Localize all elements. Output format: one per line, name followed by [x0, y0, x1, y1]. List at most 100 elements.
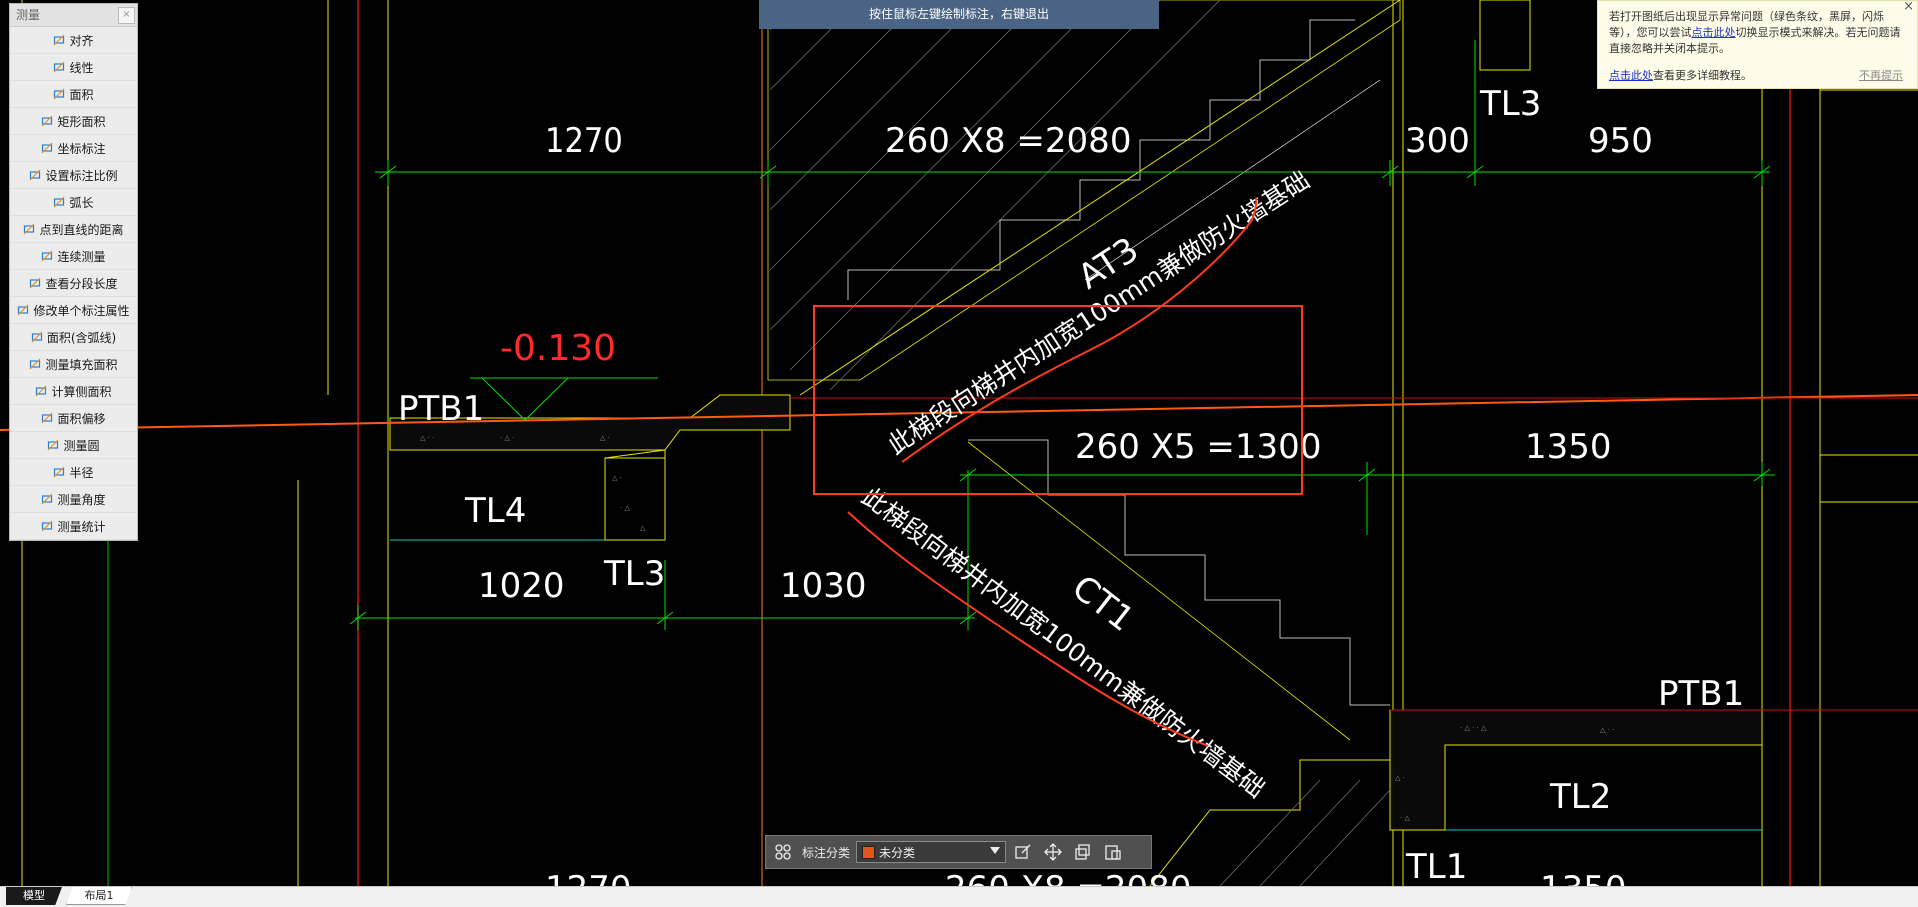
dim-260x8-top: 260 X8 =2080: [885, 121, 1131, 161]
label-tl1: TL1: [1405, 847, 1467, 886]
measure-item-label: 查看分段长度: [45, 276, 118, 291]
measure-item-label: 测量圆: [63, 438, 100, 453]
measure-item-7[interactable]: 点到直线的距离: [10, 216, 137, 243]
copy-icon[interactable]: [1070, 839, 1096, 865]
measure-panel-title-text: 测量: [16, 8, 41, 22]
measure-item-8[interactable]: 连续测量: [10, 243, 137, 270]
measure-item-label: 对齐: [69, 33, 94, 48]
cad-drawing-canvas[interactable]: △ · ·· △ ·△ ·· · △ ·· △△ · △ · · △△ · ·△…: [0, 0, 1918, 886]
measure-item-label: 矩形面积: [57, 114, 106, 129]
area-icon: [53, 88, 65, 100]
measure-item-4[interactable]: 坐标标注: [10, 135, 137, 162]
measure-item-label: 点到直线的距离: [39, 222, 124, 237]
annotation-category-label: 标注分类: [802, 845, 851, 860]
measure-item-17[interactable]: 测量角度: [10, 486, 137, 513]
dim-1030: 1030: [780, 566, 867, 606]
svg-text:· △ · · △: · △ · · △: [1460, 724, 1487, 732]
tab-layout1[interactable]: 布局1: [66, 887, 132, 905]
note-lower-stair: 此梯段向梯井内加宽100mm兼做防火墙基础: [856, 482, 1270, 804]
statistics-icon: [41, 520, 53, 532]
svg-text:△ ·: △ ·: [600, 434, 610, 442]
dim-300: 300: [1405, 121, 1470, 161]
circle-measure-icon: [47, 439, 59, 451]
svg-text:△ · ·: △ · ·: [420, 434, 434, 442]
measure-item-label: 连续测量: [57, 249, 106, 264]
measure-panel-title: 测量 ×: [10, 4, 137, 27]
measure-item-2[interactable]: 面积: [10, 81, 137, 108]
notice-more-row: 点击此处查看更多详细教程。: [1609, 67, 1752, 83]
area-offset-icon: [41, 412, 53, 424]
measure-item-5[interactable]: 设置标注比例: [10, 162, 137, 189]
measure-item-3[interactable]: 矩形面积: [10, 108, 137, 135]
layout-tab-bar: 模型 布局1: [0, 886, 1918, 907]
notice-switch-mode-link[interactable]: 点击此处: [1692, 26, 1736, 39]
measure-item-0[interactable]: 对齐: [10, 27, 137, 54]
align-measure-icon: [53, 34, 65, 46]
measure-item-18[interactable]: 测量统计: [10, 513, 137, 540]
measure-item-1[interactable]: 线性: [10, 54, 137, 81]
linear-measure-icon: [53, 61, 65, 73]
dim-260x5: 260 X5 =1300: [1075, 427, 1321, 467]
measure-tool-list: 对齐线性面积矩形面积坐标标注设置标注比例弧长点到直线的距离 连续测量查看分段长度修…: [10, 27, 137, 540]
arc-length-icon: [53, 196, 65, 208]
measure-item-6[interactable]: 弧长: [10, 189, 137, 216]
dim-1020: 1020: [478, 566, 565, 606]
measure-item-13[interactable]: 计算侧面积: [10, 378, 137, 405]
measure-item-label: 设置标注比例: [45, 168, 118, 183]
measure-item-label: 线性: [69, 60, 94, 75]
tab-model[interactable]: 模型: [6, 887, 62, 905]
side-area-icon: [35, 385, 47, 397]
note-upper-stair: 此梯段向梯井内加宽100mm兼做防火墙基础: [882, 165, 1314, 460]
label-tl2: TL2: [1549, 777, 1611, 817]
label-tl4: TL4: [464, 491, 526, 531]
rect-area-icon: [41, 115, 53, 127]
angle-icon: [41, 493, 53, 505]
measure-item-label: 测量角度: [57, 492, 106, 507]
measure-item-label: 修改单个标注属性: [33, 303, 130, 318]
notice-text-3: 查看更多详细教程。: [1653, 69, 1752, 82]
chevron-down-icon: [990, 847, 1001, 854]
measure-item-label: 测量填充面积: [45, 357, 118, 372]
dim-1350-bottom: 1350: [1540, 869, 1627, 886]
measure-item-15[interactable]: 测量圆: [10, 432, 137, 459]
display-issue-notice: × 若打开图纸后出现显示异常问题（绿色条纹，黑屏，闪烁等），您可以尝试点击此处切…: [1597, 0, 1918, 89]
paste-icon[interactable]: [1100, 839, 1126, 865]
svg-text:· △ ·: · △ ·: [500, 434, 514, 442]
measure-item-label: 面积偏移: [57, 411, 106, 426]
label-tl3-top: TL3: [1479, 84, 1541, 124]
measure-panel-close-button[interactable]: ×: [118, 7, 135, 24]
notice-dont-show-again[interactable]: 不再提示: [1859, 67, 1903, 83]
point-line-distance-icon: [23, 223, 35, 235]
label-tl3-mid: TL3: [603, 554, 665, 594]
coordinate-icon: [41, 142, 53, 154]
dim-1270-top: 1270: [545, 121, 623, 161]
measure-item-label: 面积(含弧线): [46, 330, 117, 345]
move-icon[interactable]: [1040, 839, 1066, 865]
notice-text: 若打开图纸后出现显示异常问题（绿色条纹，黑屏，闪烁等），您可以尝试点击此处切换显…: [1609, 9, 1909, 57]
measure-item-label: 半径: [69, 465, 94, 480]
measure-item-9[interactable]: 查看分段长度: [10, 270, 137, 297]
edit-icon[interactable]: [1010, 839, 1036, 865]
measure-item-14[interactable]: 面积偏移: [10, 405, 137, 432]
annotation-category-value: 未分类: [879, 845, 916, 860]
category-color-swatch: [862, 845, 876, 859]
measure-item-label: 面积: [69, 87, 94, 102]
draw-hint-banner: 按住鼠标左键绘制标注，右键退出: [759, 0, 1159, 29]
dim-1350: 1350: [1525, 427, 1612, 467]
measure-item-16[interactable]: 半径: [10, 459, 137, 486]
label-ptb1-right: PTB1: [1658, 674, 1744, 714]
measure-item-12[interactable]: 测量填充面积: [10, 351, 137, 378]
grid-apps-icon[interactable]: [770, 839, 796, 865]
measure-item-label: 测量统计: [57, 519, 106, 534]
continuous-measure-icon: [41, 250, 53, 262]
measure-item-10[interactable]: 修改单个标注属性: [10, 297, 137, 324]
dim-260x8-bottom: 260 X8 =2080: [945, 869, 1191, 886]
svg-text:△ · ·: △ · ·: [1600, 726, 1614, 734]
radius-icon: [53, 466, 65, 478]
notice-tutorial-link[interactable]: 点击此处: [1609, 69, 1653, 82]
annotation-category-select[interactable]: 未分类: [856, 841, 1007, 863]
measure-item-11[interactable]: 面积(含弧线): [10, 324, 137, 351]
arc-area-icon: [31, 331, 43, 343]
label-ptb1-left: PTB1: [398, 389, 484, 429]
fill-area-icon: [29, 358, 41, 370]
